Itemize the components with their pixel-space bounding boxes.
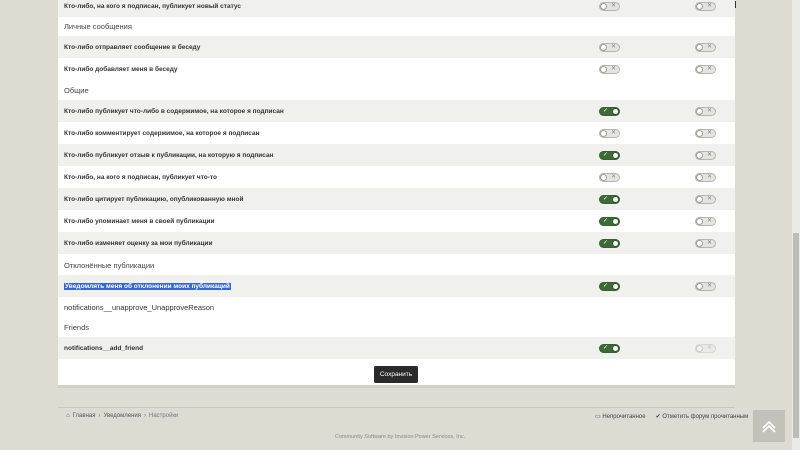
toggle-off[interactable]: ✕ <box>599 172 620 182</box>
setting-label: notifications__unapprove_UnapproveReason <box>64 302 215 312</box>
section-title: Общие <box>64 86 89 95</box>
toggle-off[interactable]: ✕ <box>599 1 620 11</box>
setting-row: Кто-либо добавляет меня в беседу ✕ ✕ <box>58 58 735 80</box>
setting-row: Кто-либо отправляет сообщение в беседу ✕… <box>58 36 735 58</box>
breadcrumb: ⌂ Главная › Уведомления › Настройки <box>66 413 178 419</box>
setting-label: Кто-либо цитирует публикацию, опубликова… <box>64 195 244 203</box>
setting-row: Кто-либо цитирует публикацию, опубликова… <box>58 188 735 210</box>
footer-divider <box>58 407 735 408</box>
mark-read-link[interactable]: ✔ Отметить форум прочитанным <box>656 413 749 420</box>
toggle-off[interactable]: ✕ <box>599 128 620 138</box>
setting-label: Кто-либо добавляет меня в беседу <box>64 65 178 73</box>
footer-links: ▭ Непрочитанное ✔ Отметить форум прочита… <box>595 413 748 420</box>
setting-row: notifications__add_friend ✓ ✕ <box>58 337 735 359</box>
breadcrumb-home[interactable]: Главная <box>73 413 96 419</box>
breadcrumb-settings[interactable]: Настройки <box>149 413 178 419</box>
section-title: Отклонённые публикации <box>64 261 155 270</box>
setting-label: Кто-либо изменяет оценку за мои публикац… <box>64 239 213 247</box>
setting-row: Кто-либо изменяет оценку за мои публикац… <box>58 232 735 254</box>
toggle-off[interactable]: ✕ <box>695 150 716 160</box>
setting-label: Кто-либо отправляет сообщение в беседу <box>64 43 201 51</box>
toggle-off[interactable]: ✕ <box>599 42 620 52</box>
setting-label: Кто-либо публикует отзыв к публикации, н… <box>64 151 274 159</box>
toggle-off[interactable]: ✕ <box>695 238 716 248</box>
scroll-to-top-button[interactable] <box>753 410 785 442</box>
section-title: Friends <box>64 323 90 332</box>
toggle-on[interactable]: ✓ <box>599 150 620 160</box>
toggle-off[interactable]: ✕ <box>695 194 716 204</box>
chevron-right-icon: › <box>98 413 101 419</box>
setting-row: notifications__unapprove_UnapproveReason <box>58 296 735 318</box>
toggle-off[interactable]: ✕ <box>695 106 716 116</box>
setting-row: Уведомлять меня об отклонении моих публи… <box>58 275 735 297</box>
toggle-disabled: ✕ <box>695 343 716 353</box>
breadcrumb-notifications[interactable]: Уведомления <box>103 413 141 419</box>
unread-link[interactable]: ▭ Непрочитанное <box>595 413 646 420</box>
setting-row: Кто-либо, на кого я подписан, публикует … <box>58 166 735 188</box>
setting-label: notifications__add_friend <box>64 344 144 352</box>
toggle-off[interactable]: ✕ <box>695 281 716 291</box>
setting-label: Кто-либо, на кого я подписан, публикует … <box>64 2 242 10</box>
toggle-off[interactable]: ✕ <box>695 42 716 52</box>
toggle-off[interactable]: ✕ <box>599 64 620 74</box>
save-button[interactable]: Сохранить <box>374 366 418 383</box>
toggle-on[interactable]: ✓ <box>599 238 620 248</box>
setting-label: Кто-либо публикует что-либо в содержимое… <box>64 107 284 115</box>
notification-settings-panel: Кто-либо, на кого я подписан, публикует … <box>58 0 735 388</box>
toggle-on[interactable]: ✓ <box>599 216 620 226</box>
setting-row: Кто-либо комментирует содержимое, на кот… <box>58 122 735 144</box>
setting-row: Кто-либо, на кого я подписан, публикует … <box>58 0 735 17</box>
toggle-off[interactable]: ✕ <box>695 216 716 226</box>
toggle-off[interactable]: ✕ <box>695 1 716 11</box>
setting-label: Кто-либо комментирует содержимое, на кот… <box>64 129 260 137</box>
setting-label: Кто-либо, на кого я подписан, публикует … <box>64 173 218 181</box>
chevron-right-icon: › <box>143 413 146 419</box>
section-title: Личные сообщения <box>64 22 132 31</box>
toggle-on[interactable]: ✓ <box>599 343 620 353</box>
setting-row: Кто-либо публикует отзыв к публикации, н… <box>58 144 735 166</box>
setting-row: Кто-либо упоминает меня в своей публикац… <box>58 210 735 232</box>
home-icon: ⌂ <box>66 413 70 419</box>
setting-label: Кто-либо упоминает меня в своей публикац… <box>64 217 215 225</box>
chevron-up-icon <box>762 420 776 433</box>
setting-label-selected: Уведомлять меня об отклонении моих публи… <box>64 282 231 290</box>
toggle-off[interactable]: ✕ <box>695 172 716 182</box>
vertical-scrollbar[interactable] <box>792 0 800 450</box>
toggle-on[interactable]: ✓ <box>599 281 620 291</box>
scrollbar-thumb[interactable] <box>793 233 799 438</box>
toggle-on[interactable]: ✓ <box>599 194 620 204</box>
toggle-on[interactable]: ✓ <box>599 106 620 116</box>
copyright: Community Software by Invision Power Ser… <box>334 434 466 440</box>
toggle-off[interactable]: ✕ <box>695 64 716 74</box>
setting-row: Кто-либо публикует что-либо в содержимое… <box>58 100 735 122</box>
toggle-off[interactable]: ✕ <box>695 128 716 138</box>
